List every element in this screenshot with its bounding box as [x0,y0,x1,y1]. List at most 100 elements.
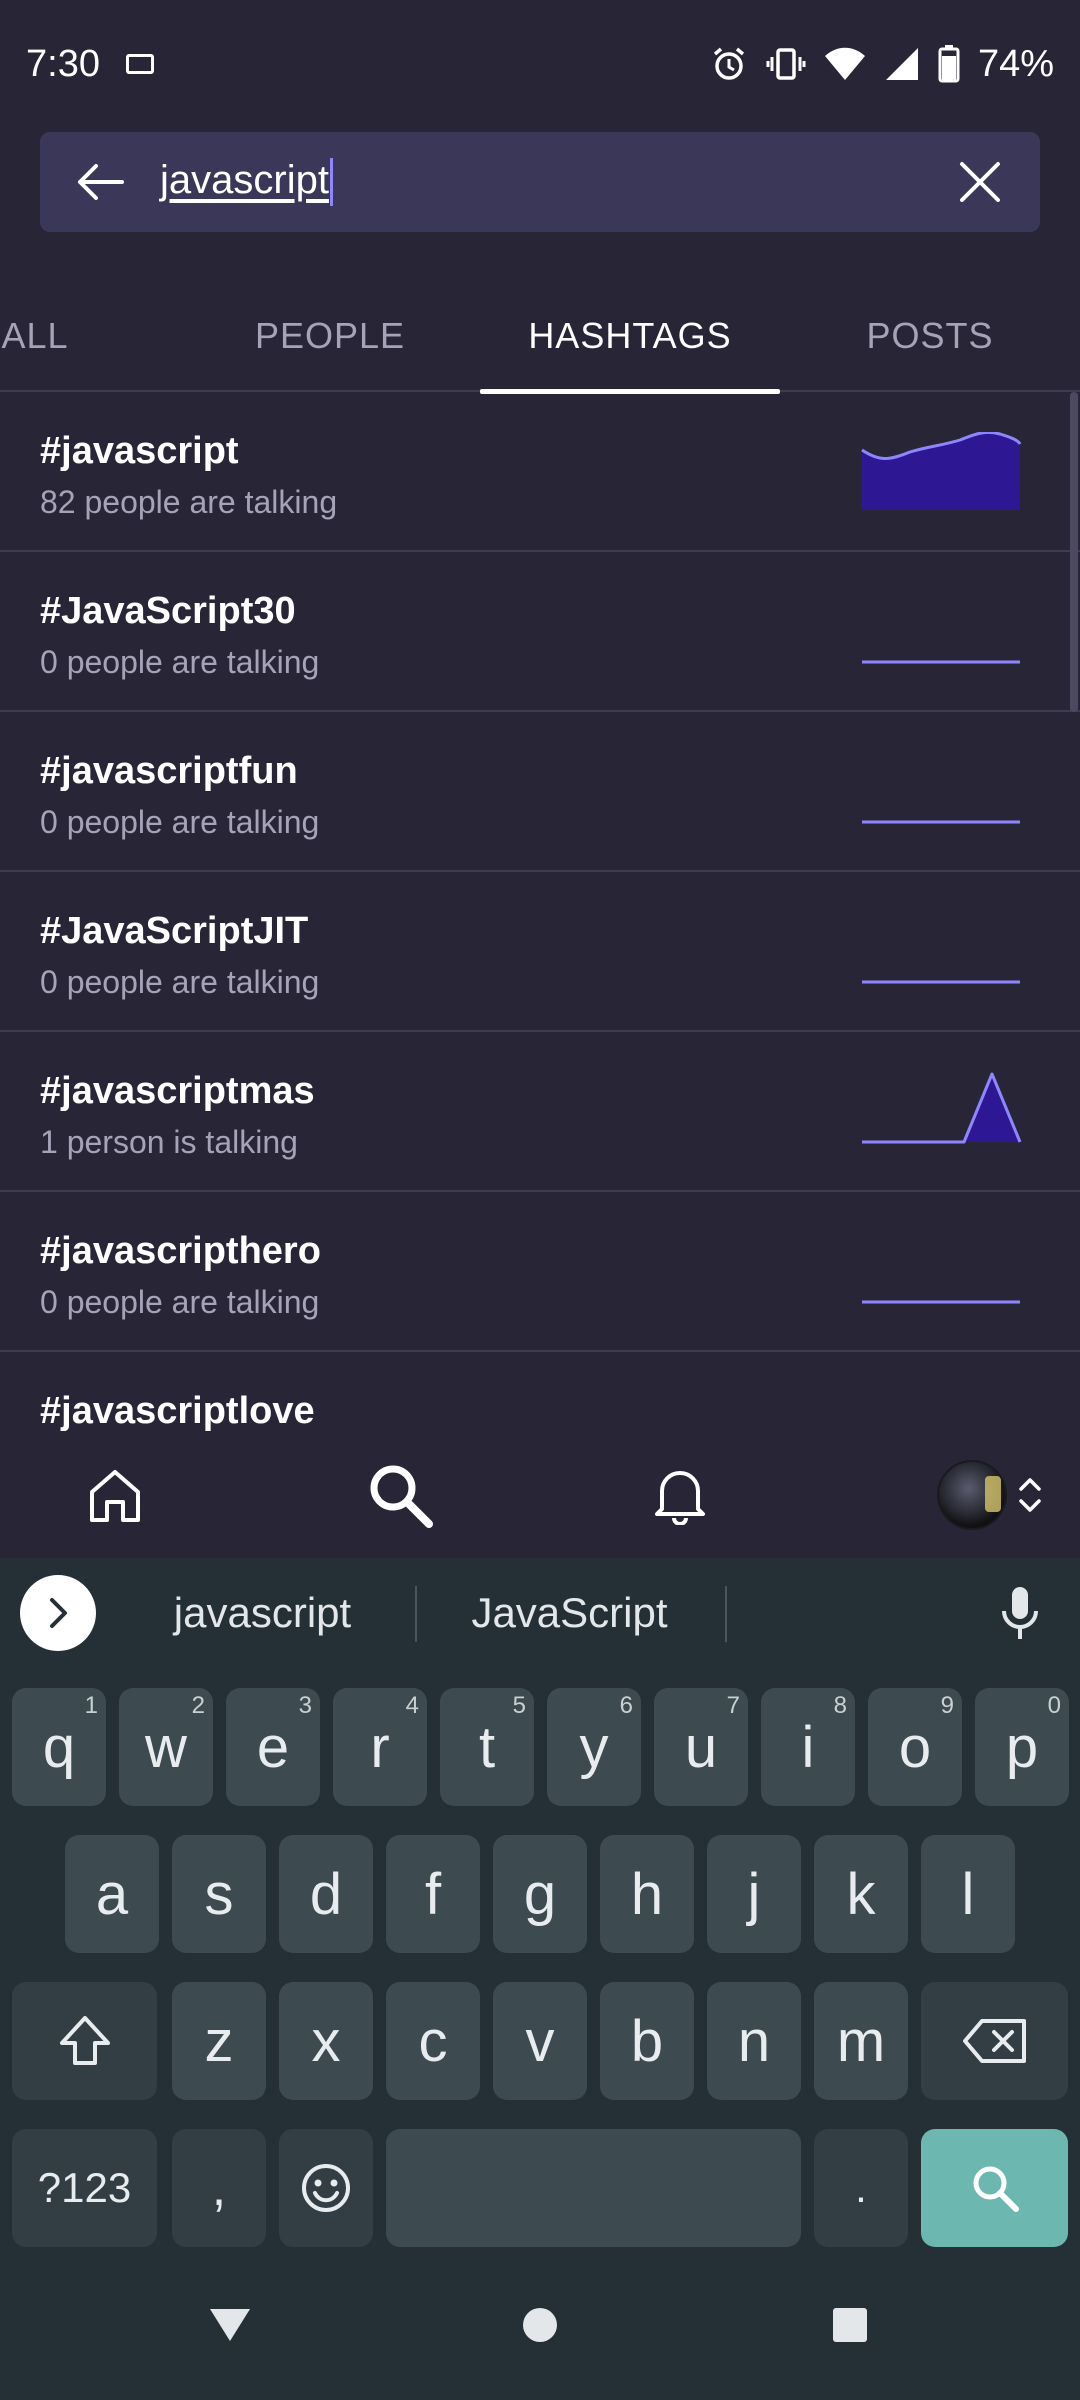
key-j[interactable]: j [707,1835,801,1953]
key-label: q [42,1714,76,1780]
hashtag-activity: 0 people are talking [40,644,320,680]
search-action-key[interactable] [921,2129,1068,2247]
hashtag-activity: 0 people are talking [40,964,320,1000]
key-hint: 6 [619,1692,633,1719]
emoji-key[interactable] [279,2129,373,2247]
key-label: i [801,1714,815,1780]
hashtag-activity: 1 person is talking [40,1124,298,1160]
key-label: p [1005,1714,1039,1780]
key-hint: 9 [940,1692,954,1719]
key-k[interactable]: k [814,1835,908,1953]
key-e[interactable]: e3 [226,1688,320,1806]
key-q[interactable]: q1 [12,1688,106,1806]
tab-posts[interactable]: POSTS [780,280,1080,392]
key-t[interactable]: t5 [440,1688,534,1806]
key-p[interactable]: p0 [975,1688,1069,1806]
key-hint: 7 [726,1692,740,1719]
account-switcher-button[interactable] [925,1432,1055,1558]
key-x[interactable]: x [279,1982,373,2100]
nav-home-button[interactable] [55,1432,175,1558]
key-f[interactable]: f [386,1835,480,1953]
arrow-left-icon [78,164,124,200]
clear-search-button[interactable] [920,132,1040,232]
key-label: o [898,1714,932,1780]
key-n[interactable]: n [707,1982,801,2100]
key-hint: 3 [298,1692,312,1719]
suggestion-1[interactable]: javascript [110,1558,415,1668]
soft-keyboard: javascript JavaScript q1 w2 e3 r4 t5 y6 … [0,1558,1080,2250]
scrollbar[interactable] [1070,392,1078,712]
emoji-icon [302,2164,350,2212]
list-item[interactable]: #JavaScript30 0 people are talking [0,552,1080,712]
key-m[interactable]: m [814,1982,908,2100]
key-hint: 8 [833,1692,847,1719]
list-item[interactable]: #javascriptmas 1 person is talking [0,1032,1080,1192]
list-item[interactable]: #javascriptfun 0 people are talking [0,712,1080,872]
text-cursor [329,158,333,207]
key-l[interactable]: l [921,1835,1015,1953]
search-query-text: javascript [160,157,329,202]
list-item[interactable]: #javascriptlove [0,1352,1080,1432]
tab-people[interactable]: PEOPLE [180,280,480,392]
system-home-button[interactable] [480,2250,600,2400]
tab-hashtags[interactable]: HASHTAGS [480,280,780,394]
back-button[interactable] [40,132,160,232]
square-recents-icon [833,2308,867,2342]
key-label: w [145,1714,187,1780]
microphone-icon [1002,1587,1038,1639]
key-d[interactable]: d [279,1835,373,1953]
shift-key[interactable] [12,1982,157,2100]
key-r[interactable]: r4 [333,1688,427,1806]
suggestion-strip: javascript JavaScript [0,1558,1080,1668]
hashtag-name: #javascript [40,430,239,472]
mail-icon [125,54,154,74]
trend-sparkline [862,660,1020,664]
hashtag-name: #javascriptmas [40,1070,315,1112]
system-recents-button[interactable] [790,2250,910,2400]
key-y[interactable]: y6 [547,1688,641,1806]
battery-percent: 74% [977,42,1054,85]
key-hint: 4 [405,1692,419,1719]
nav-notifications-button[interactable] [620,1432,740,1558]
system-back-button[interactable] [170,2250,290,2400]
suggestion-2[interactable]: JavaScript [417,1558,722,1668]
trend-sparkline [862,820,1020,824]
key-o[interactable]: o9 [868,1688,962,1806]
key-h[interactable]: h [600,1835,694,1953]
search-bar: javascript [40,132,1040,232]
backspace-key[interactable] [921,1982,1068,2100]
period-key[interactable]: . [814,2129,908,2247]
alarm-icon [713,47,745,80]
list-item[interactable]: #JavaScriptJIT 0 people are talking [0,872,1080,1032]
hashtag-name: #javascriptfun [40,750,298,792]
bell-icon [655,1471,705,1525]
home-icon [90,1470,140,1522]
triangle-back-icon [210,2309,250,2341]
symbols-key[interactable]: ?123 [12,2129,157,2247]
avatar [937,1460,1007,1530]
list-item[interactable]: #javascript 82 people are talking [0,392,1080,552]
list-item[interactable]: #javascripthero 0 people are talking [0,1192,1080,1352]
key-v[interactable]: v [493,1982,587,2100]
key-w[interactable]: w2 [119,1688,213,1806]
key-hint: 2 [191,1692,205,1719]
key-b[interactable]: b [600,1982,694,2100]
battery-icon [938,45,960,83]
tab-all[interactable]: ALL [0,280,100,392]
voice-input-button[interactable] [990,1583,1050,1643]
comma-key[interactable]: , [172,2129,266,2247]
key-g[interactable]: g [493,1835,587,1953]
key-s[interactable]: s [172,1835,266,1953]
space-key[interactable] [386,2129,801,2247]
key-a[interactable]: a [65,1835,159,1953]
search-input[interactable]: javascript [160,157,920,207]
key-i[interactable]: i8 [761,1688,855,1806]
key-hint: 5 [512,1692,526,1719]
chevron-up-down-icon [1019,1478,1041,1512]
nav-search-button[interactable] [335,1432,465,1558]
key-u[interactable]: u7 [654,1688,748,1806]
key-c[interactable]: c [386,1982,480,2100]
expand-toolbar-button[interactable] [20,1575,96,1651]
trend-sparkline [861,432,1022,510]
key-z[interactable]: z [172,1982,266,2100]
